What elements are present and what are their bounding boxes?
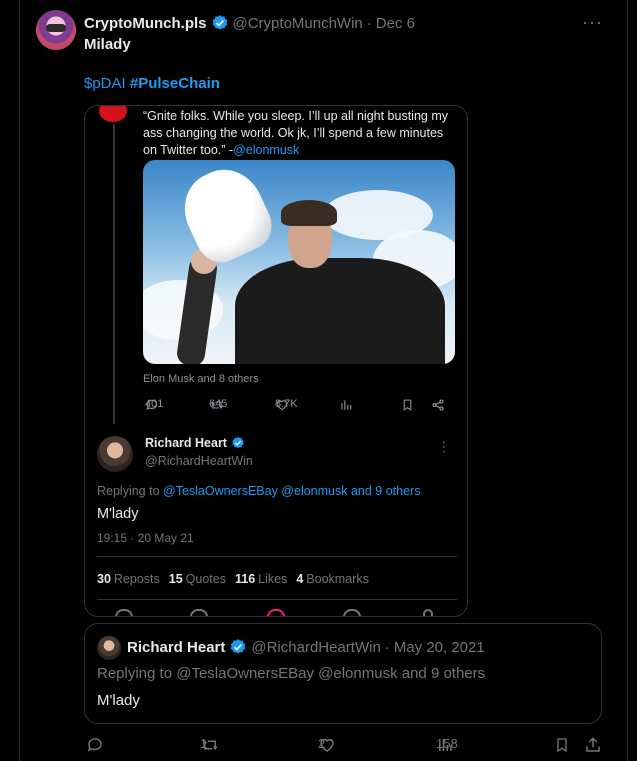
verified-badge-icon	[231, 639, 246, 654]
inner-reply-header: Richard Heart	[145, 436, 245, 450]
white-hardhat-shape	[172, 160, 280, 271]
bookmark-button[interactable]	[554, 736, 570, 754]
author-display-name[interactable]: CryptoMunch.pls	[84, 15, 207, 32]
author-avatar[interactable]	[36, 10, 76, 50]
tweet-text-line1: Milady	[84, 36, 131, 53]
like-button[interactable]: 2	[318, 736, 336, 754]
inner-reply-timestamp[interactable]: 19:15 · 20 May 21	[97, 531, 194, 545]
inner-replying-to: Replying to @TeslaOwnersEBay @elonmusk a…	[97, 484, 420, 498]
quoted-elon-text: “Gnite folks. While you sleep. I’ll up a…	[143, 108, 455, 159]
embedded-screenshot-card[interactable]: “Gnite folks. While you sleep. I’ll up a…	[84, 105, 468, 617]
embedded-reply-count: 401	[145, 398, 164, 410]
quote-card-name[interactable]: Richard Heart	[127, 639, 225, 656]
replying-links[interactable]: @TeslaOwnersEBay @elonmusk and 9 others	[163, 484, 420, 498]
divider	[97, 556, 457, 557]
inner-stats-row: 30 Reposts 15 Quotes 116 Likes 4 Bookmarks	[97, 572, 369, 586]
reply-icon	[87, 738, 102, 752]
share-icon	[423, 609, 433, 616]
hashtag-link[interactable]: #PulseChain	[130, 75, 220, 92]
replying-prefix: Replying to	[97, 484, 164, 498]
divider	[97, 599, 457, 600]
tweet-date[interactable]: Dec 6	[376, 15, 415, 32]
richard-heart-avatar[interactable]	[97, 636, 121, 660]
more-icon[interactable]: ···	[437, 440, 453, 454]
red-avatar-fragment	[99, 106, 127, 122]
repost-button[interactable]: 1	[200, 736, 220, 754]
embedded-reply-button[interactable]: 401	[145, 398, 163, 412]
quote-card-header: Richard Heart @RichardHeartWin · May 20,…	[127, 638, 485, 656]
repost-icon	[190, 609, 208, 616]
quote-card-date[interactable]: May 20, 2021	[394, 639, 485, 656]
thread-line	[113, 124, 115, 424]
embedded-views-button[interactable]	[339, 398, 353, 412]
jacket-shape	[235, 258, 445, 364]
bookmarks-stat[interactable]: 4 Bookmarks	[296, 572, 368, 586]
tweet-tags: $pDAI #PulseChain	[84, 75, 220, 92]
inner-reply-name[interactable]: Richard Heart	[145, 436, 227, 450]
author-handle[interactable]: @CryptoMunchWin	[233, 15, 363, 32]
verified-badge-icon	[232, 436, 244, 449]
embedded-share-button[interactable]	[431, 398, 445, 412]
reply-icon	[115, 609, 133, 616]
left-rail	[0, 0, 20, 761]
embedded-action-bar: 401 645 8.7K	[143, 398, 455, 416]
views-icon	[341, 400, 352, 410]
tweet-header: CryptoMunch.pls @CryptoMunchWin · Dec 6	[84, 14, 415, 32]
embedded-like-button[interactable]: 8.7K	[275, 398, 298, 412]
richard-heart-avatar[interactable]	[97, 436, 133, 472]
hair-shape	[281, 200, 337, 226]
elon-hardhat-photo[interactable]	[143, 160, 455, 364]
reply-button[interactable]	[86, 736, 104, 754]
share-icon	[432, 399, 444, 411]
embedded-repost-button[interactable]: 645	[209, 398, 228, 412]
quote-card-handle[interactable]: @RichardHeartWin	[251, 639, 380, 656]
right-rail	[627, 0, 637, 761]
verified-badge-icon	[211, 14, 229, 32]
share-icon	[586, 737, 600, 752]
quote-card-replying: Replying to @TeslaOwnersEBay @elonmusk a…	[97, 665, 486, 682]
embedded-bookmark-button[interactable]	[401, 398, 414, 412]
repost-count: 1	[200, 736, 208, 751]
bookmark-icon	[557, 738, 567, 753]
tweet-action-bar: 1 2 158	[84, 736, 604, 756]
embedded-like-count: 8.7K	[275, 398, 298, 410]
like-icon	[267, 609, 285, 616]
separator-dot: ·	[384, 638, 390, 656]
views-button[interactable]: 158	[436, 736, 458, 754]
cashtag-link[interactable]: $pDAI	[84, 75, 126, 92]
views-count: 158	[436, 736, 458, 751]
quote-card-text: M'lady	[97, 692, 140, 709]
quotes-stat[interactable]: 15 Quotes	[169, 572, 226, 586]
bookmark-icon	[343, 609, 361, 616]
elonmusk-mention-link[interactable]: @elonmusk	[233, 143, 299, 157]
reposts-stat[interactable]: 30 Reposts	[97, 572, 160, 586]
separator-dot: ·	[366, 14, 372, 32]
embedded-repost-count: 645	[209, 398, 228, 410]
bookmark-icon	[403, 399, 412, 411]
more-icon[interactable]: ···	[582, 12, 603, 33]
quoted-tweet-card[interactable]: Richard Heart @RichardHeartWin · May 20,…	[84, 623, 602, 724]
inner-reply-handle[interactable]: @RichardHeartWin	[145, 454, 253, 468]
inner-reply-text: M'lady	[97, 506, 139, 522]
share-button[interactable]	[584, 736, 602, 754]
liked-by-text[interactable]: Elon Musk and 8 others	[143, 373, 259, 385]
like-count: 2	[318, 736, 326, 751]
likes-stat[interactable]: 116 Likes	[235, 572, 287, 586]
